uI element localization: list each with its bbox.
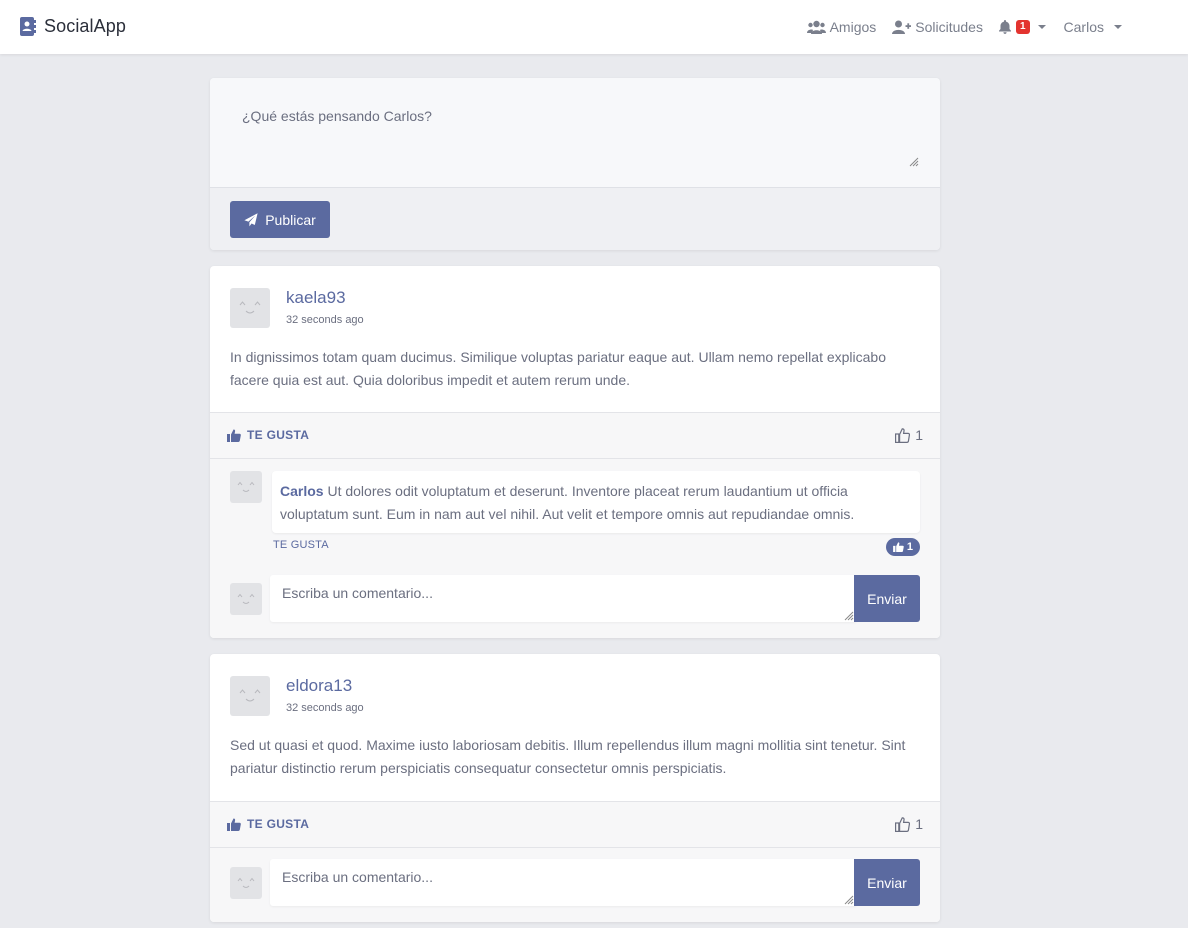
publish-button[interactable]: Publicar <box>230 201 330 238</box>
brand-name: SocialApp <box>44 16 126 36</box>
post-card: kaela93 32 seconds ago In dignissimos to… <box>210 266 940 638</box>
bell-icon <box>998 20 1011 34</box>
avatar-face-icon <box>237 593 255 604</box>
user-name: Carlos <box>1063 19 1104 35</box>
notifications-dropdown[interactable]: 1 <box>998 20 1046 34</box>
chevron-down-icon <box>1114 25 1122 29</box>
avatar[interactable] <box>230 676 270 716</box>
comment-text: Ut dolores odit voluptatum et deserunt. … <box>280 483 855 522</box>
user-menu-dropdown[interactable]: Carlos <box>1064 19 1122 35</box>
chevron-down-icon <box>1037 25 1046 29</box>
post-timestamp: 32 seconds ago <box>286 702 364 714</box>
post-header: kaela93 32 seconds ago <box>230 288 364 328</box>
resize-handle-icon[interactable] <box>844 895 854 905</box>
like-label: TE GUSTA <box>247 817 310 831</box>
like-counter: 1 <box>895 427 923 443</box>
like-button[interactable]: TE GUSTA <box>227 817 309 831</box>
notification-count-badge: 1 <box>1015 20 1030 34</box>
post-actions-bar: TE GUSTA 1 <box>210 801 940 848</box>
avatar[interactable] <box>230 288 270 328</box>
avatar-face-icon <box>239 301 261 314</box>
brand[interactable]: SocialApp <box>20 16 126 37</box>
post-timestamp: 32 seconds ago <box>286 314 364 326</box>
avatar-face-icon <box>239 689 261 702</box>
thumbs-up-icon <box>892 542 904 552</box>
avatar-face-icon <box>237 877 255 888</box>
post-composer: Publicar <box>210 78 940 250</box>
comment-author-link[interactable]: Carlos <box>280 483 324 499</box>
composer-footer: Publicar <box>210 188 940 250</box>
avatar[interactable] <box>230 471 262 503</box>
comment-like-button[interactable]: TE GUSTA <box>273 539 329 551</box>
publish-label: Publicar <box>265 211 316 228</box>
like-count: 1 <box>915 427 923 443</box>
comments-section: Enviar <box>210 848 940 922</box>
paper-plane-icon <box>244 212 258 226</box>
comment-form: Enviar <box>230 859 920 906</box>
post-body: In dignissimos totam quam ducimus. Simil… <box>230 349 886 388</box>
comment-like-count: 1 <box>906 541 913 553</box>
nav-requests-label: Solicitudes <box>915 19 983 35</box>
comments-section: Carlos Ut dolores odit voluptatum et des… <box>210 459 940 638</box>
thumbs-up-icon <box>227 817 241 831</box>
send-comment-button[interactable]: Enviar <box>854 859 920 906</box>
user-plus-icon <box>892 20 912 34</box>
avatar <box>230 583 262 615</box>
post-author-link[interactable]: kaela93 <box>286 288 364 308</box>
like-label: TE GUSTA <box>247 428 310 442</box>
thumbs-up-outline-icon <box>895 427 911 443</box>
avatar <box>230 867 262 899</box>
post-author-link[interactable]: eldora13 <box>286 676 364 696</box>
comment-item: Carlos Ut dolores odit voluptatum et des… <box>230 471 920 556</box>
send-comment-button[interactable]: Enviar <box>854 575 920 622</box>
comment-input[interactable] <box>270 575 856 622</box>
thumbs-up-icon <box>227 428 241 442</box>
like-counter: 1 <box>895 816 923 832</box>
comment-bubble: Carlos Ut dolores odit voluptatum et des… <box>272 471 920 533</box>
post-card: eldora13 32 seconds ago Sed ut quasi et … <box>210 654 940 922</box>
avatar-face-icon <box>237 481 255 492</box>
nav-friends-link[interactable]: Amigos <box>806 19 877 35</box>
address-book-icon <box>20 17 36 36</box>
comment-like-count-badge: 1 <box>885 538 920 556</box>
comment-form: Enviar <box>230 575 920 622</box>
like-button[interactable]: TE GUSTA <box>227 428 309 442</box>
nav-requests-link[interactable]: Solicitudes <box>892 19 983 35</box>
post-actions-bar: TE GUSTA 1 <box>210 412 940 459</box>
post-header: eldora13 32 seconds ago <box>230 676 364 716</box>
nav-friends-label: Amigos <box>829 19 877 35</box>
users-icon <box>806 20 826 34</box>
resize-handle-icon[interactable] <box>909 157 919 167</box>
resize-handle-icon[interactable] <box>844 611 854 621</box>
navbar: SocialApp Amigos Solicitudes 1 Carlos <box>0 0 1188 54</box>
status-input[interactable] <box>210 78 940 188</box>
comment-input[interactable] <box>270 859 856 906</box>
like-count: 1 <box>915 816 923 832</box>
thumbs-up-outline-icon <box>895 816 911 832</box>
post-body: Sed ut quasi et quod. Maxime iusto labor… <box>230 737 906 776</box>
